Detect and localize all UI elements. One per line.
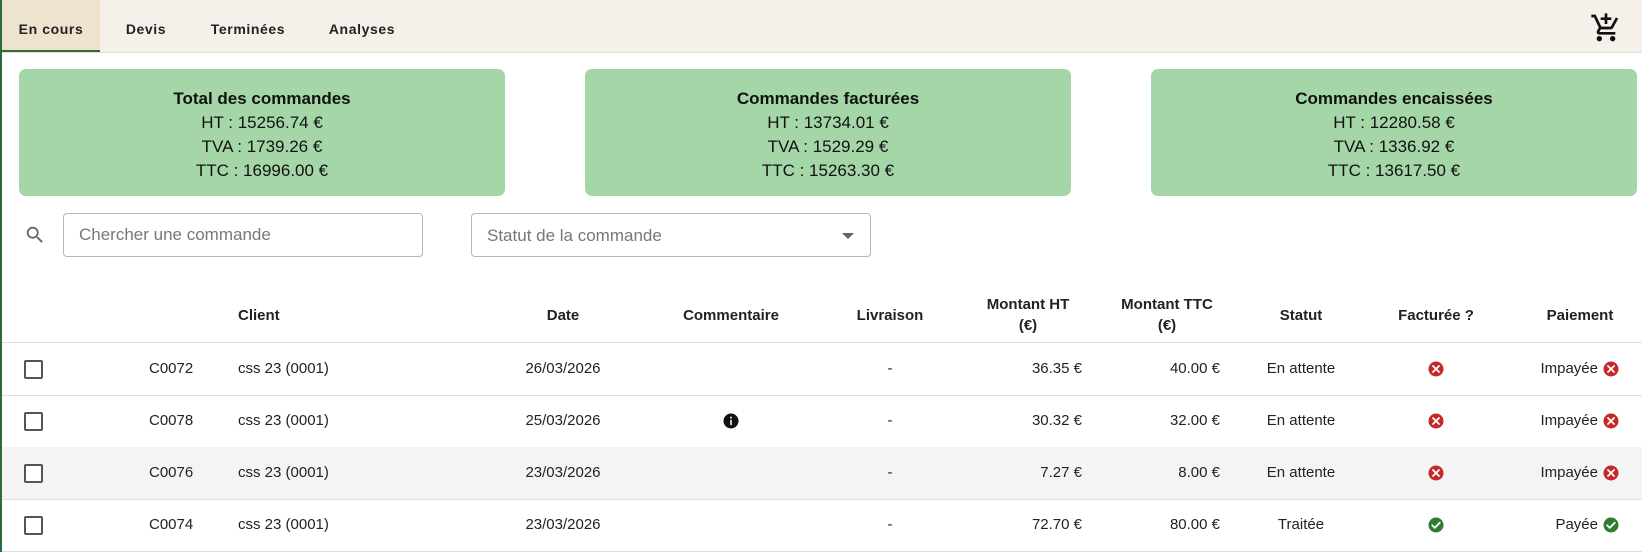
table-row[interactable]: C0076 css 23 (0001) 23/03/2026 - 7.27 € 8.00 … [2, 447, 1642, 500]
cancel-circle-icon [1428, 465, 1444, 481]
tab-devis[interactable]: Devis [108, 0, 184, 52]
payment-status: Impayée [1540, 360, 1598, 377]
card-title: Total des commandes [173, 89, 351, 108]
check-circle-icon [1603, 517, 1619, 533]
amount-ht: 30.32 € [1031, 412, 1082, 429]
status-select-placeholder: Statut de la commande [487, 226, 662, 245]
summary-card-facturees: Commandes facturées HT : 13734.01 € TVA … [585, 69, 1071, 196]
search-icon [26, 226, 43, 243]
client-name: css 23 (0001) [238, 464, 329, 481]
card-ht: HT : 15256.74 € [201, 113, 323, 132]
search-input[interactable] [63, 213, 423, 257]
col-header-client[interactable]: Client [238, 305, 280, 326]
order-date: 23/03/2026 [525, 516, 601, 533]
col-header-comment[interactable]: Commentaire [670, 305, 792, 326]
top-tab-bar: En cours Devis Terminées Analyses [2, 0, 1642, 53]
amount-ht: 72.70 € [1031, 516, 1082, 533]
cancel-circle-icon [1603, 413, 1619, 429]
col-header-delivery[interactable]: Livraison [848, 305, 932, 326]
card-title: Commandes facturées [736, 89, 920, 108]
delivery: - [887, 412, 893, 429]
tab-analyses[interactable]: Analyses [310, 0, 414, 52]
card-ttc: TTC : 13617.50 € [1327, 161, 1461, 180]
order-id: C0076 [149, 464, 194, 481]
amount-ttc: 8.00 € [1178, 464, 1220, 481]
summary-card-encaissees: Commandes encaissées HT : 12280.58 € TVA… [1151, 69, 1637, 196]
payment-status: Impayée [1540, 464, 1598, 481]
order-id: C0074 [149, 516, 194, 533]
table-row[interactable]: C0072 css 23 (0001) 26/03/2026 - 36.35 € 40.0… [2, 343, 1642, 396]
delivery: - [887, 516, 893, 533]
amount-ht: 7.27 € [1040, 464, 1082, 481]
amount-ttc: 80.00 € [1169, 516, 1220, 533]
chevron-down-icon [842, 233, 854, 239]
card-tva: TVA : 1336.92 € [1333, 137, 1455, 156]
client-name: css 23 (0001) [238, 516, 329, 533]
row-checkbox[interactable] [24, 360, 43, 379]
col-header-ttc-label: Montant TTC [1121, 296, 1213, 313]
card-title: Commandes encaissées [1295, 89, 1493, 108]
col-header-date[interactable]: Date [532, 305, 594, 326]
table-row[interactable]: C0074 css 23 (0001) 23/03/2026 - 72.70 € 80.0… [2, 499, 1642, 552]
card-ht: HT : 13734.01 € [767, 113, 889, 132]
card-tva: TVA : 1739.26 € [201, 137, 323, 156]
order-id: C0078 [149, 412, 194, 429]
order-status: En attente [1266, 360, 1336, 377]
status-select[interactable]: Statut de la commande [471, 213, 871, 257]
tab-en-cours[interactable]: En cours [2, 0, 100, 52]
cancel-circle-icon [1428, 413, 1444, 429]
card-ttc: TTC : 15263.30 € [761, 161, 895, 180]
card-tva: TVA : 1529.29 € [767, 137, 889, 156]
col-header-ht-unit: (€) [1018, 317, 1038, 334]
client-name: css 23 (0001) [238, 412, 329, 429]
order-status: En attente [1266, 464, 1336, 481]
col-header-invoiced[interactable]: Facturée ? [1386, 305, 1486, 326]
col-header-status[interactable]: Statut [1262, 305, 1340, 326]
order-id: C0072 [149, 360, 194, 377]
col-header-ttc[interactable]: Montant TTC (€) [1108, 294, 1226, 336]
cart-add-icon[interactable] [1590, 12, 1622, 44]
card-ht: HT : 12280.58 € [1333, 113, 1455, 132]
row-checkbox[interactable] [24, 464, 43, 483]
col-header-ttc-unit: (€) [1157, 317, 1177, 334]
cancel-circle-icon [1603, 465, 1619, 481]
payment-status: Payée [1555, 516, 1598, 533]
order-status: En attente [1266, 412, 1336, 429]
amount-ttc: 40.00 € [1169, 360, 1220, 377]
delivery: - [887, 464, 893, 481]
table-row[interactable]: C0078 css 23 (0001) 25/03/2026 - 30.32 € 32.0… [2, 395, 1642, 448]
col-header-payment[interactable]: Paiement [1536, 305, 1624, 326]
check-circle-icon [1428, 517, 1444, 533]
order-status: Traitée [1277, 516, 1325, 533]
row-checkbox[interactable] [24, 412, 43, 431]
order-date: 25/03/2026 [525, 412, 601, 429]
row-checkbox[interactable] [24, 516, 43, 535]
payment-status: Impayée [1540, 412, 1598, 429]
amount-ttc: 32.00 € [1169, 412, 1220, 429]
client-name: css 23 (0001) [238, 360, 329, 377]
summary-card-total: Total des commandes HT : 15256.74 € TVA … [19, 69, 505, 196]
card-ttc: TTC : 16996.00 € [195, 161, 329, 180]
col-header-ht-label: Montant HT [986, 296, 1070, 313]
amount-ht: 36.35 € [1031, 360, 1082, 377]
cancel-circle-icon [1428, 361, 1444, 377]
col-header-ht[interactable]: Montant HT (€) [972, 294, 1084, 336]
order-date: 23/03/2026 [525, 464, 601, 481]
delivery: - [887, 360, 893, 377]
order-date: 26/03/2026 [525, 360, 601, 377]
tab-terminees[interactable]: Terminées [198, 0, 298, 52]
info-icon[interactable] [722, 412, 740, 430]
cancel-circle-icon [1603, 361, 1619, 377]
